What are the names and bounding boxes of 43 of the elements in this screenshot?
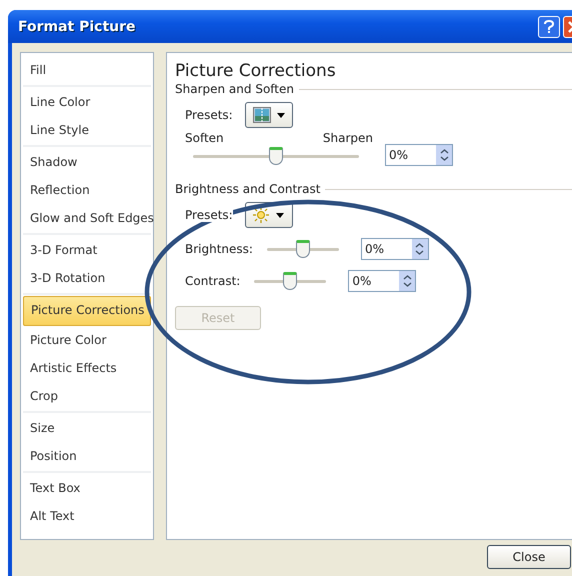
percent-field[interactable]: 0% [360, 238, 429, 260]
category-item[interactable]: Glow and Soft Edges [23, 204, 151, 232]
presets-dropdown[interactable] [244, 102, 293, 128]
category-item[interactable]: Alt Text [23, 502, 151, 530]
category-item[interactable]: Position [23, 442, 151, 470]
percent-field[interactable]: 0% [385, 144, 453, 166]
category-item[interactable]: Picture Corrections [23, 296, 151, 326]
picture-icon [252, 107, 271, 123]
window-title: Format Picture [18, 18, 137, 34]
category-item[interactable]: 3-D Format [23, 236, 151, 264]
category-item[interactable]: Size [23, 414, 151, 442]
section-heading: Brightness and Contrast [175, 182, 320, 196]
spin-arrows-icon [399, 271, 416, 291]
caret-icon [276, 212, 284, 218]
panel-title: Picture Corrections [175, 61, 337, 81]
caret-icon [276, 112, 285, 118]
help-button[interactable] [538, 16, 560, 38]
slider-thumb[interactable] [283, 272, 298, 290]
close-dialog-button[interactable]: Close [487, 545, 571, 569]
section-heading: Sharpen and Soften [175, 82, 294, 96]
category-item[interactable]: Line Style [23, 116, 151, 144]
category-item[interactable]: Shadow [23, 148, 151, 176]
soften-label: Soften [185, 131, 224, 145]
category-item[interactable]: Fill [23, 56, 151, 84]
presets-label: Presets: [185, 108, 233, 122]
spin-arrows-icon [412, 239, 428, 259]
category-item[interactable]: Reflection [23, 176, 151, 204]
sun-icon [253, 207, 270, 223]
category-item[interactable]: Crop [23, 382, 151, 410]
slider-label: Brightness: [185, 242, 253, 256]
help-icon [543, 20, 555, 34]
percent-field[interactable]: 0% [348, 270, 416, 292]
slider-label: Contrast: [185, 274, 240, 288]
category-item[interactable]: Text Box [23, 474, 151, 502]
category-item[interactable]: 3-D Rotation [23, 264, 151, 292]
category-item[interactable]: Artistic Effects [23, 354, 151, 382]
category-item[interactable]: Picture Color [23, 326, 151, 354]
slider-thumb[interactable] [296, 240, 310, 258]
category-item[interactable]: Line Color [23, 88, 151, 116]
presets-label: Presets: [185, 208, 233, 222]
sharpen-label: Sharpen [322, 131, 373, 145]
slider-thumb[interactable] [269, 147, 283, 165]
spin-arrows-icon [436, 145, 452, 165]
